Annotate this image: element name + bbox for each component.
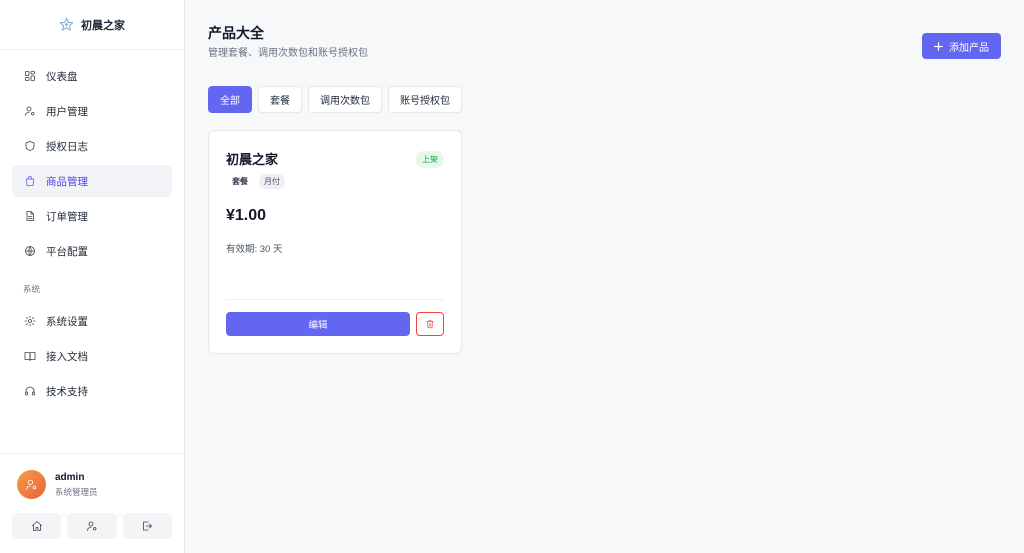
user-icon: [26, 479, 37, 490]
brand-name: 初晨之家: [81, 19, 125, 32]
card-actions: 编辑: [226, 312, 444, 336]
product-card: 初晨之家 上架 套餐 月付 ¥1.00 有效期: 30 天 编辑: [208, 130, 462, 354]
trash-icon: [426, 320, 434, 329]
document-icon: [26, 211, 34, 221]
tab-call-pack[interactable]: 调用次数包: [308, 86, 382, 113]
shield-icon: [25, 141, 35, 151]
headset-icon: [25, 386, 35, 396]
sidebar-item-dashboard[interactable]: 仪表盘: [12, 60, 172, 92]
product-tags: 套餐 月付: [226, 174, 444, 189]
card-divider: [226, 299, 444, 300]
sidebar-item-label: 平台配置: [46, 245, 88, 258]
add-product-button[interactable]: 添加产品: [922, 33, 1001, 59]
product-validity: 有效期: 30 天: [226, 244, 283, 255]
star-logo-icon: [59, 17, 74, 31]
sidebar-item-products[interactable]: 商品管理: [12, 165, 172, 197]
product-price: ¥1.00: [226, 207, 267, 224]
sidebar-nav: 仪表盘 用户管理 授权日志 商品管理 订单管理 平台配置 系统 系统设置 接入文…: [0, 50, 184, 410]
gear-icon: [24, 315, 36, 327]
sidebar: 初晨之家 仪表盘 用户管理 授权日志 商品管理 订单管理 平台配置 系统 系统设…: [0, 0, 185, 553]
user-role: 系统管理员: [55, 486, 98, 497]
sidebar-item-auth-logs[interactable]: 授权日志: [12, 130, 172, 162]
sidebar-item-users[interactable]: 用户管理: [12, 95, 172, 127]
tab-account-auth-pack[interactable]: 账号授权包: [388, 86, 462, 113]
tab-all[interactable]: 全部: [208, 86, 252, 113]
add-product-label: 添加产品: [949, 42, 989, 54]
user-name: admin: [55, 471, 85, 483]
edit-button[interactable]: 编辑: [226, 312, 410, 336]
sidebar-item-support[interactable]: 技术支持: [12, 375, 172, 407]
avatar: [17, 470, 46, 499]
footer-actions: [12, 513, 172, 539]
sidebar-item-label: 技术支持: [46, 385, 88, 398]
sidebar-item-platform-config[interactable]: 平台配置: [12, 235, 172, 267]
sidebar-item-label: 用户管理: [46, 105, 88, 118]
product-title: 初晨之家: [226, 152, 279, 167]
plus-icon: [934, 41, 943, 51]
user-settings-icon: [87, 521, 97, 531]
user-profile[interactable]: admin 系统管理员: [17, 470, 172, 499]
sidebar-item-system-settings[interactable]: 系统设置: [12, 305, 172, 337]
profile-button[interactable]: [67, 513, 117, 539]
section-label-system: 系统: [23, 284, 41, 294]
logout-icon: [143, 521, 153, 531]
page-title: 产品大全: [208, 25, 264, 41]
sidebar-item-docs[interactable]: 接入文档: [12, 340, 172, 372]
shopping-bag-icon: [26, 176, 34, 186]
book-icon: [24, 352, 36, 361]
sidebar-item-label: 系统设置: [46, 315, 88, 328]
globe-icon: [25, 246, 35, 256]
tab-package[interactable]: 套餐: [258, 86, 302, 113]
delete-button[interactable]: [416, 312, 444, 336]
main-content: 产品大全 管理套餐、调用次数包和账号授权包 添加产品 全部 套餐 调用次数包 账…: [185, 0, 1024, 553]
tag-type: 套餐: [232, 177, 248, 186]
sidebar-item-label: 授权日志: [46, 140, 88, 153]
user-manage-icon: [25, 106, 35, 116]
sidebar-item-label: 仪表盘: [46, 70, 78, 83]
home-icon: [31, 521, 42, 531]
sidebar-item-label: 接入文档: [46, 350, 88, 363]
sidebar-item-label: 订单管理: [46, 210, 88, 223]
logout-button[interactable]: [122, 513, 172, 539]
dashboard-icon: [25, 71, 35, 81]
tag-billing: 月付: [259, 174, 285, 189]
brand[interactable]: 初晨之家: [0, 0, 184, 50]
home-button[interactable]: [12, 513, 62, 539]
page-subtitle: 管理套餐、调用次数包和账号授权包: [208, 48, 368, 59]
product-tabs: 全部 套餐 调用次数包 账号授权包: [208, 86, 462, 113]
sidebar-item-label: 商品管理: [46, 175, 88, 188]
sidebar-footer: admin 系统管理员: [0, 453, 184, 553]
status-badge: 上架: [416, 151, 444, 168]
sidebar-item-orders[interactable]: 订单管理: [12, 200, 172, 232]
